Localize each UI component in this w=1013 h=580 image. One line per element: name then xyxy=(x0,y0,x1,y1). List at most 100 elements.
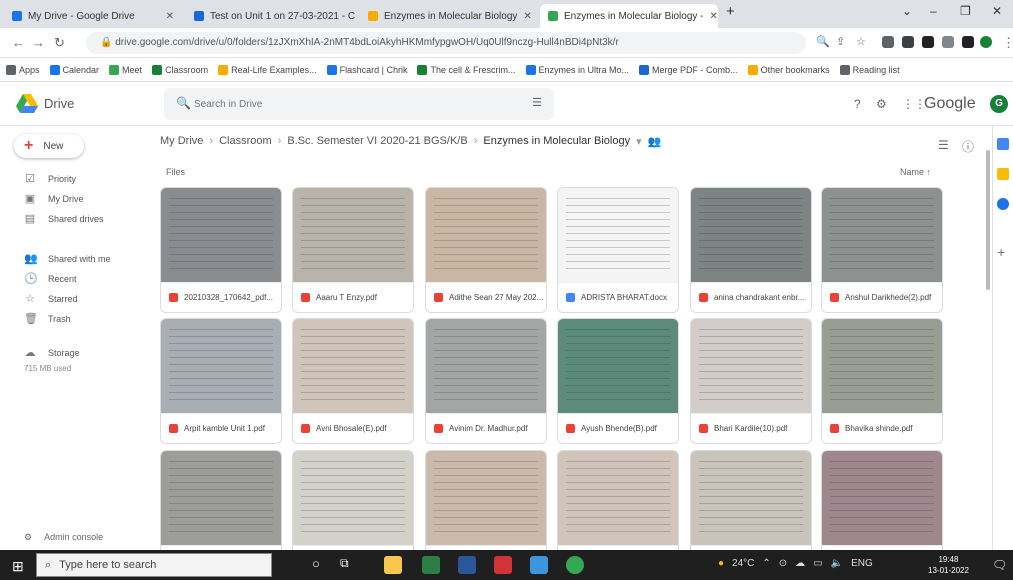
search-icon[interactable]: 🔍 xyxy=(176,96,191,110)
acrobat-icon[interactable] xyxy=(494,556,512,574)
maximize-button[interactable]: ❐ xyxy=(960,4,971,18)
new-button[interactable]: + New xyxy=(14,134,84,158)
file-card[interactable]: Anshul Darikhede(2).pdf xyxy=(821,187,943,313)
close-window-button[interactable]: ✕ xyxy=(992,4,1002,18)
browser-tab[interactable]: Test on Unit 1 on 27-03-2021 - C ✕ xyxy=(186,4,356,28)
nav-item[interactable]: ☁ Storage xyxy=(24,346,80,359)
windows-start-icon[interactable]: ⊞ xyxy=(12,558,24,575)
file-card[interactable]: Arpit kamble Unit 1.pdf xyxy=(160,318,282,444)
file-thumbnail[interactable] xyxy=(426,188,546,282)
extension-icon[interactable] xyxy=(882,36,894,48)
tray-chevron-icon[interactable]: ⌃ xyxy=(762,558,770,569)
notification-icon[interactable]: 🗨 xyxy=(992,558,1007,572)
file-card[interactable]: Bhari Kardile(10).pdf xyxy=(690,318,812,444)
extension-icon[interactable] xyxy=(942,36,954,48)
bookmark-item[interactable]: Calendar xyxy=(49,64,99,75)
url-field[interactable]: 🔒 drive.google.com/drive/u/0/folders/1zJ… xyxy=(86,32,806,54)
file-card[interactable]: Avni Bhosale(E).pdf xyxy=(292,318,414,444)
bookmark-item[interactable]: The cell & Frescrim... xyxy=(417,64,516,75)
volume-icon[interactable]: 🔈 xyxy=(831,558,843,569)
onedrive-icon[interactable]: ☁ xyxy=(795,558,805,569)
bookmark-item[interactable]: Flashcard | Chrik xyxy=(326,64,407,75)
close-tab-icon[interactable]: ✕ xyxy=(523,11,531,22)
admin-console-link[interactable]: ⚙ Admin console xyxy=(24,532,103,543)
file-thumbnail[interactable] xyxy=(161,188,281,282)
close-tab-icon[interactable]: ✕ xyxy=(710,11,718,22)
extensions-puzzle-icon[interactable] xyxy=(962,36,974,48)
breadcrumb-item[interactable]: B.Sc. Semester VI 2020-21 BGS/K/B xyxy=(287,135,467,148)
file-card[interactable]: ADRISTA BHARAT.docx xyxy=(557,187,679,313)
star-bookmark-icon[interactable]: ☆ xyxy=(856,35,866,48)
sort-control[interactable]: Name ↑ xyxy=(900,167,931,177)
drive-logo-text[interactable]: Drive xyxy=(44,96,74,111)
help-icon[interactable]: ? xyxy=(854,97,861,111)
nav-item[interactable]: ▤ Shared drives xyxy=(24,212,104,225)
nav-item[interactable]: 👥 Shared with me xyxy=(24,252,111,265)
file-thumbnail[interactable] xyxy=(822,188,942,282)
file-thumbnail[interactable] xyxy=(691,451,811,545)
tasks-icon[interactable] xyxy=(997,198,1009,210)
reload-icon[interactable]: ↻ xyxy=(54,35,65,51)
breadcrumb-item[interactable]: Classroom xyxy=(219,135,272,148)
google-account-label[interactable]: Google xyxy=(924,95,976,113)
file-thumbnail[interactable] xyxy=(558,451,678,545)
keep-icon[interactable] xyxy=(997,168,1009,180)
bookmark-item[interactable]: Classroom xyxy=(152,64,208,75)
nav-item[interactable]: ☑ Priority xyxy=(24,172,76,185)
minimize-button[interactable]: – xyxy=(930,4,937,18)
file-card[interactable]: Aaaru T Enzy.pdf xyxy=(292,187,414,313)
apps-grid-icon[interactable]: ⋮⋮ xyxy=(902,97,926,111)
taskbar-app-icon[interactable] xyxy=(422,556,440,574)
file-thumbnail[interactable] xyxy=(161,319,281,413)
taskbar-search[interactable]: ⌕ Type here to search xyxy=(36,553,272,577)
list-view-icon[interactable]: ☰ xyxy=(938,138,949,152)
share-icon[interactable]: ⇪ xyxy=(836,35,845,48)
bookmark-item[interactable]: Real-Life Examples... xyxy=(218,64,317,75)
file-explorer-icon[interactable] xyxy=(384,556,402,574)
search-options-icon[interactable]: ☰ xyxy=(532,96,542,109)
taskbar-clock[interactable]: 19:48 13-01-2022 xyxy=(928,554,969,576)
zoom-icon[interactable]: 🔍 xyxy=(816,35,830,48)
nav-item[interactable]: 🕒 Recent xyxy=(24,272,77,285)
task-view-icon[interactable]: ⧉ xyxy=(340,556,358,574)
nav-item[interactable]: ▣ My Drive xyxy=(24,192,84,205)
word-icon[interactable] xyxy=(458,556,476,574)
file-thumbnail[interactable] xyxy=(822,319,942,413)
file-name-row[interactable]: 20210328_170642_pdf... xyxy=(161,282,281,312)
breadcrumb-current-folder[interactable]: Enzymes in Molecular Biology xyxy=(483,135,630,148)
file-card[interactable]: Avinim Dr. Madhur.pdf xyxy=(425,318,547,444)
bookmark-item[interactable]: Apps xyxy=(6,64,40,75)
profile-icon[interactable] xyxy=(980,36,992,48)
folder-dropdown-icon[interactable]: ▾ xyxy=(636,135,642,148)
menu-kebab-icon[interactable]: ⋮ xyxy=(1002,35,1013,51)
browser-tab[interactable]: Enzymes in Molecular Biology ✕ xyxy=(360,4,536,28)
file-thumbnail[interactable] xyxy=(293,319,413,413)
calendar-icon[interactable] xyxy=(997,138,1009,150)
file-name-row[interactable]: Bhavika shinde.pdf xyxy=(822,413,942,443)
file-name-row[interactable]: Avinim Dr. Madhur.pdf xyxy=(426,413,546,443)
file-card[interactable]: Ayush Bhende(B).pdf xyxy=(557,318,679,444)
avatar[interactable]: G xyxy=(990,95,1008,113)
file-thumbnail[interactable] xyxy=(426,451,546,545)
drive-search-box[interactable]: 🔍 ☰ xyxy=(164,88,554,120)
drive-logo-icon[interactable] xyxy=(16,94,38,114)
search-input[interactable] xyxy=(194,96,494,112)
file-thumbnail[interactable] xyxy=(691,319,811,413)
file-card[interactable]: Adithe Sean 27 May 202... xyxy=(425,187,547,313)
file-name-row[interactable]: Anshul Darikhede(2).pdf xyxy=(822,282,942,312)
bookmark-item[interactable]: Other bookmarks xyxy=(747,64,830,75)
extension-icon[interactable] xyxy=(902,36,914,48)
file-name-row[interactable]: anina chandrakant enbr... xyxy=(691,282,811,312)
tab-search-button[interactable]: ⌄ xyxy=(902,4,912,18)
weather-icon[interactable]: ● xyxy=(718,558,724,569)
file-name-row[interactable]: Aaaru T Enzy.pdf xyxy=(293,282,413,312)
close-tab-icon[interactable]: ✕ xyxy=(166,11,174,22)
network-icon[interactable]: ⊙ xyxy=(779,558,787,569)
bookmark-item[interactable]: Meet xyxy=(109,64,142,75)
add-addon-icon[interactable]: + xyxy=(997,245,1009,259)
file-thumbnail[interactable] xyxy=(293,188,413,282)
forward-icon[interactable]: → xyxy=(32,35,45,50)
nav-item[interactable]: 🗑 Trash xyxy=(24,312,71,325)
bookmark-item[interactable]: Enzymes in Ultra Mo... xyxy=(525,64,629,75)
chrome-icon[interactable] xyxy=(566,556,584,574)
